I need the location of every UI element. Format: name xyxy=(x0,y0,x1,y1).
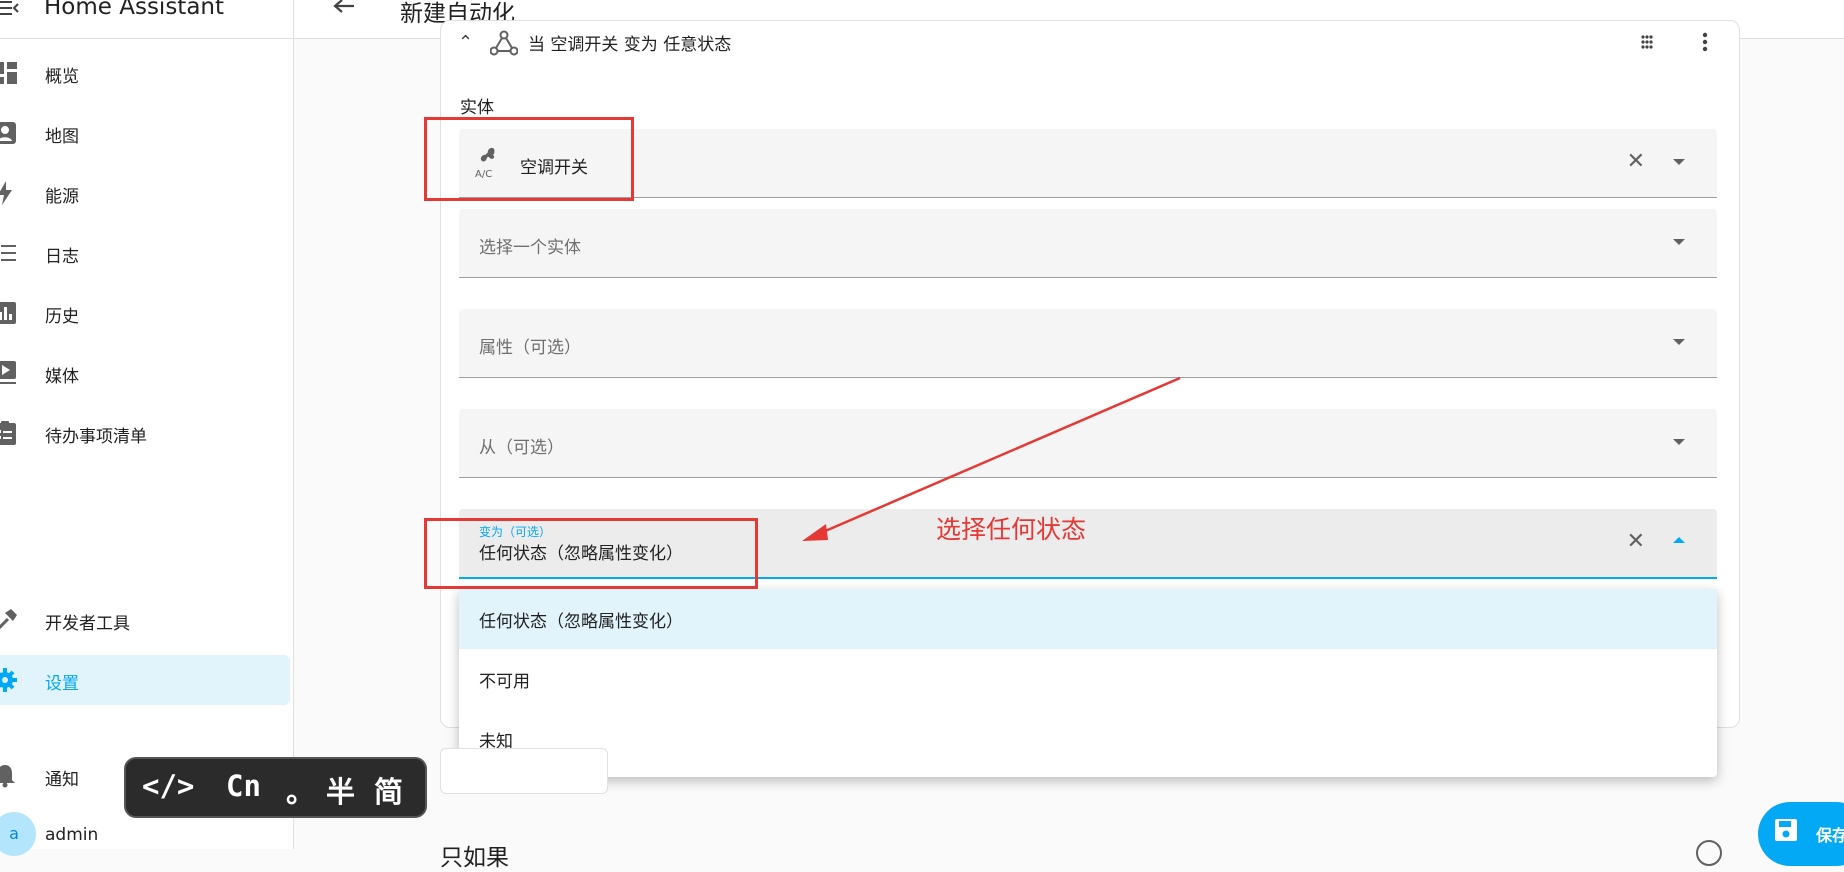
floppy-disk-icon xyxy=(1775,819,1797,841)
ime-language-toggle[interactable]: Cn xyxy=(226,769,261,803)
ime-toolbar: </> Cn 。 半 简 xyxy=(124,757,427,818)
help-icon[interactable] xyxy=(1696,840,1722,866)
save-label: 保存 xyxy=(1816,826,1844,845)
conditions-section-title: 只如果 xyxy=(440,845,509,871)
ime-punctuation-toggle[interactable]: 。 xyxy=(286,769,315,811)
save-button[interactable]: 保存 xyxy=(1758,802,1844,866)
add-trigger-button[interactable] xyxy=(440,748,608,794)
annotation-text: 选择任何状态 xyxy=(936,515,1087,544)
ime-width-toggle[interactable]: 半 xyxy=(326,769,355,811)
ime-script-toggle[interactable]: 简 xyxy=(374,769,403,811)
ime-code-toggle[interactable]: </> xyxy=(142,769,194,803)
annotation-arrow xyxy=(802,376,1181,541)
